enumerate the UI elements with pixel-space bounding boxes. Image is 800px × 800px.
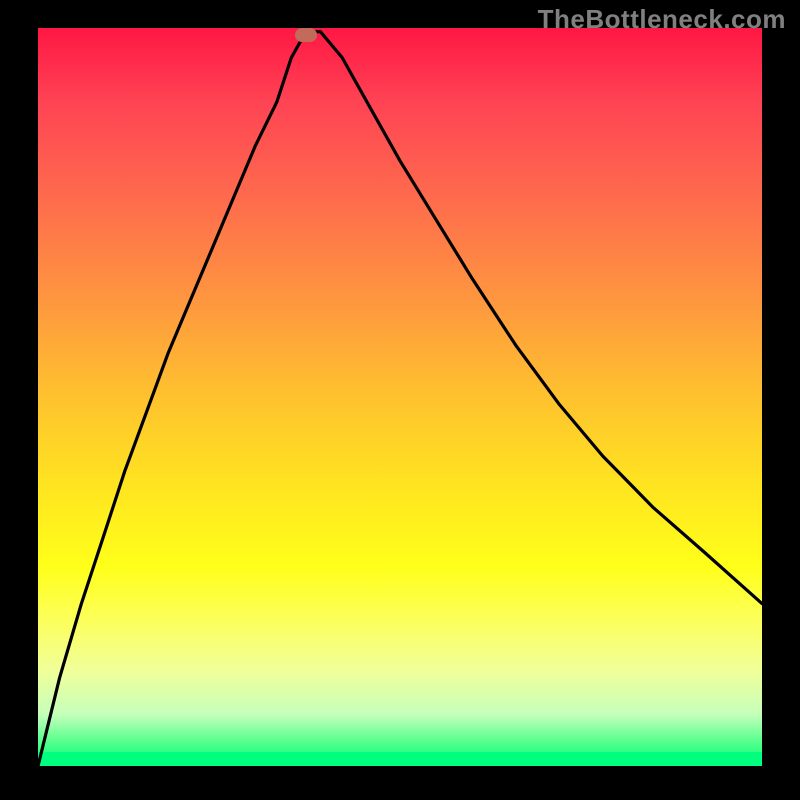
curve-path <box>38 32 762 766</box>
bottleneck-curve <box>38 28 762 766</box>
watermark-text: TheBottleneck.com <box>538 4 786 35</box>
plot-area <box>38 28 762 766</box>
minimum-marker <box>295 28 317 42</box>
chart-frame: TheBottleneck.com <box>0 0 800 800</box>
